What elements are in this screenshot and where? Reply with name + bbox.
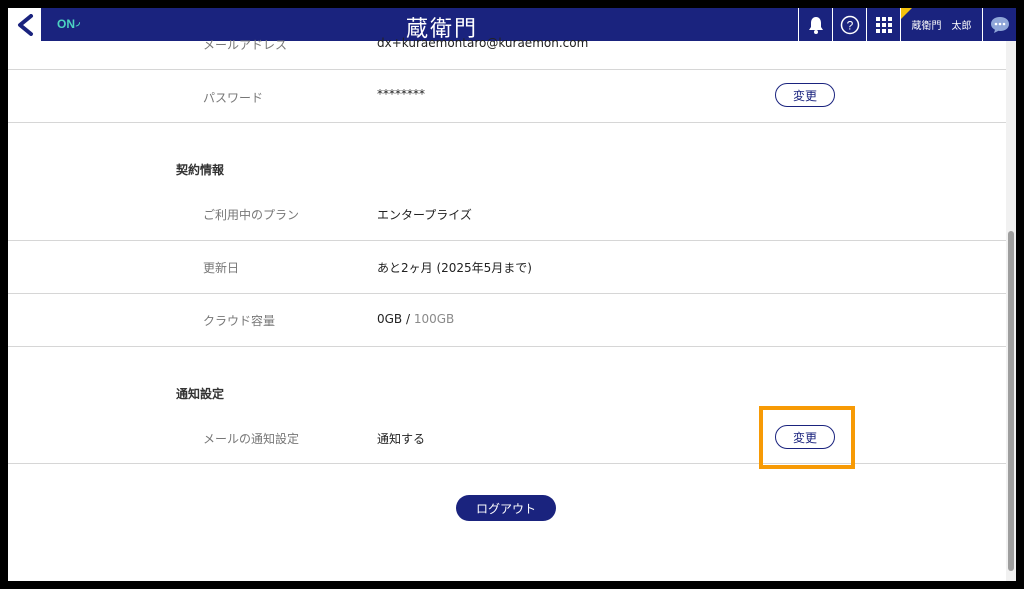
app-frame: ON◞ 蔵衛門 ? 蔵衛門 太郎 メールアドレス dx+kuraemontaro… xyxy=(8,8,1016,581)
email-value: dx+kuraemontaro@kuraemon.com xyxy=(377,36,589,50)
password-row: パスワード ******** 変更 xyxy=(8,70,1006,123)
mail-notification-value: 通知する xyxy=(377,432,426,446)
renewal-label: 更新日 xyxy=(203,261,240,275)
logout-button[interactable]: ログアウト xyxy=(456,495,556,521)
password-label: パスワード xyxy=(203,91,264,105)
storage-separator: / xyxy=(402,312,414,326)
scrollbar-thumb[interactable] xyxy=(1008,231,1014,571)
plan-row: ご利用中のプラン エンタープライズ xyxy=(8,188,1006,241)
plan-label: ご利用中のプラン xyxy=(203,208,300,222)
storage-used: 0GB xyxy=(377,312,403,326)
notification-section-title: 通知設定 xyxy=(176,387,225,401)
user-badge-corner xyxy=(901,8,912,19)
email-row: メールアドレス dx+kuraemontaro@kuraemon.com xyxy=(8,27,1006,70)
mail-notification-row: メールの通知設定 通知する xyxy=(8,411,1006,464)
storage-value: 0GB / 100GB xyxy=(377,312,454,326)
scrollbar[interactable] xyxy=(1006,41,1016,581)
password-value: ******** xyxy=(377,87,425,101)
contract-section-title: 契約情報 xyxy=(176,163,225,177)
storage-row: クラウド容量 0GB / 100GB xyxy=(8,294,1006,347)
renewal-row: 更新日 あと2ヶ月 (2025年5月まで) xyxy=(8,241,1006,294)
notification-change-button[interactable]: 変更 xyxy=(775,425,835,449)
storage-total: 100GB xyxy=(413,312,455,326)
plan-value: エンタープライズ xyxy=(377,208,472,222)
email-label: メールアドレス xyxy=(203,38,288,52)
storage-label: クラウド容量 xyxy=(203,314,276,328)
renewal-value: あと2ヶ月 (2025年5月まで) xyxy=(377,261,532,275)
password-change-button[interactable]: 変更 xyxy=(775,83,835,107)
mail-notification-label: メールの通知設定 xyxy=(203,432,300,446)
